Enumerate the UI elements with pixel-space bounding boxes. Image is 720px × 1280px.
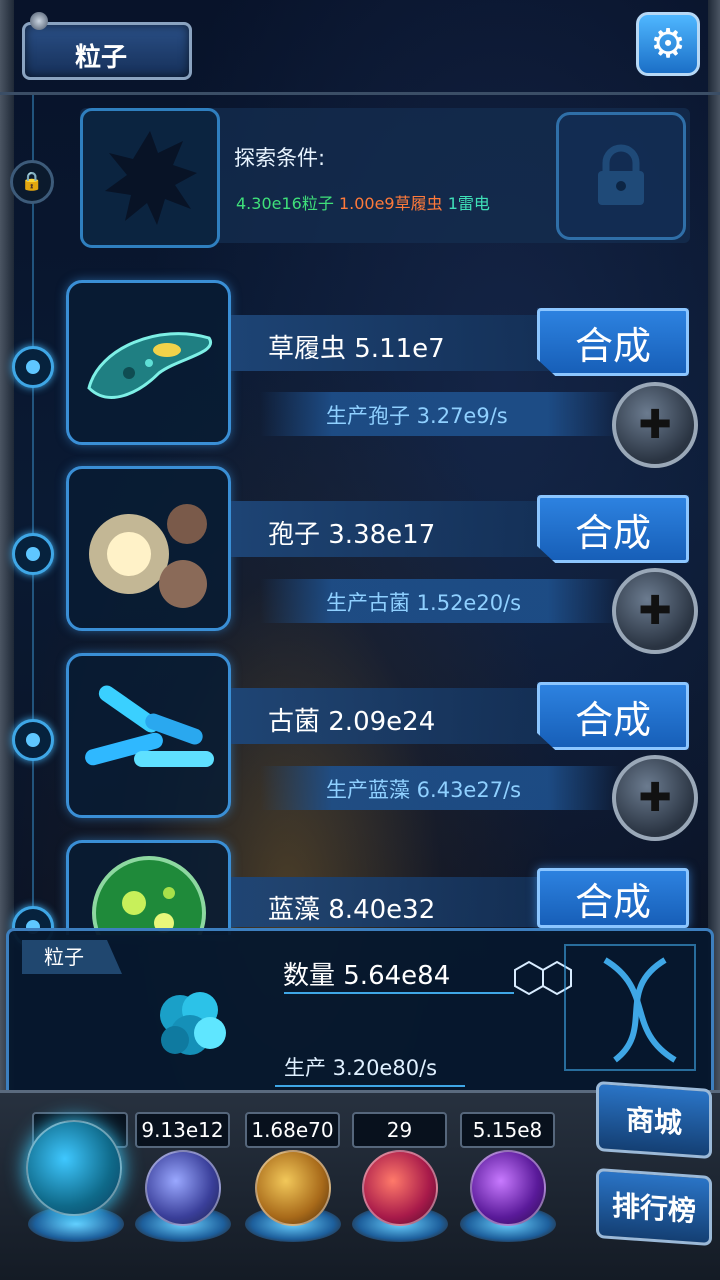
spore-image	[66, 466, 231, 631]
explore-locked-button[interactable]	[556, 112, 686, 240]
panel-tag: 粒子	[22, 940, 122, 974]
amoeba-silhouette-icon	[105, 131, 197, 225]
organism-name: 草履虫 5.11e7	[268, 334, 445, 364]
explore-label: 探索条件:	[234, 146, 326, 170]
explore-requirements: 4.30e16粒子 1.00e9草履虫 1雷电	[236, 190, 490, 214]
req-thunder: 1雷电	[447, 194, 490, 213]
screw-icon	[30, 12, 48, 30]
dna-icon	[514, 944, 696, 1071]
cyanobacteria-icon	[91, 856, 206, 935]
upgrade-plus-button[interactable]: ✚	[612, 568, 698, 654]
resource-count: 数量 5.64e84	[283, 961, 451, 991]
lock-icon	[598, 144, 644, 205]
tab-value-lightning: 9.13e12	[135, 1112, 230, 1148]
lightning-orb-tab[interactable]	[145, 1150, 221, 1226]
req-particles: 4.30e16粒子	[236, 194, 334, 213]
rail-node	[12, 346, 54, 388]
paramecium-image	[66, 280, 231, 445]
organism-name: 孢子 3.38e17	[268, 520, 436, 550]
rail-lock-icon: 🔒	[10, 160, 54, 204]
archaea-image	[66, 653, 231, 818]
organism-production: 生产孢子 3.27e9/s	[326, 404, 508, 428]
vortex-orb-tab[interactable]	[470, 1150, 546, 1226]
divider-line	[284, 992, 514, 994]
settings-button[interactable]: ⚙	[636, 12, 700, 76]
tab-value-brain: 29	[352, 1112, 447, 1148]
cyanobacteria-image	[66, 840, 231, 935]
organism-name: 古菌 2.09e24	[268, 707, 436, 737]
tab-value-galaxy: 1.68e70	[245, 1112, 340, 1148]
organism-name: 蓝藻 8.40e32	[268, 895, 436, 925]
upgrade-plus-button[interactable]: ✚	[612, 755, 698, 841]
locked-organism-silhouette	[80, 108, 220, 248]
divider-line	[275, 1085, 465, 1087]
gear-icon: ⚙	[650, 21, 686, 67]
resource-production: 生产 3.20e80/s	[284, 1056, 438, 1080]
synthesize-button[interactable]: 合成	[537, 682, 689, 750]
tab-value-vortex: 5.15e8	[460, 1112, 555, 1148]
synthesize-button[interactable]: 合成	[537, 495, 689, 563]
organism-production: 生产蓝藻 6.43e27/s	[326, 778, 522, 802]
rail-node	[12, 533, 54, 575]
plus-icon: ✚	[638, 402, 672, 448]
paramecium-icon	[86, 331, 212, 399]
organism-production: 生产古菌 1.52e20/s	[326, 591, 522, 615]
progress-rail	[32, 95, 34, 935]
synthesize-button[interactable]: 合成	[537, 308, 689, 376]
archaea-icon	[84, 685, 214, 767]
galaxy-orb-tab[interactable]	[255, 1150, 331, 1226]
brain-orb-tab[interactable]	[362, 1150, 438, 1226]
shop-button[interactable]: 商城	[596, 1080, 712, 1160]
title-box: 粒子	[22, 22, 192, 80]
rail-node	[12, 719, 54, 761]
ranking-button[interactable]: 排行榜	[596, 1167, 712, 1247]
particle-orb-tab[interactable]	[26, 1120, 122, 1216]
plus-icon: ✚	[638, 775, 672, 821]
page-title: 粒子	[75, 43, 128, 73]
plus-icon: ✚	[638, 588, 672, 634]
synthesize-button[interactable]: 合成	[537, 868, 689, 928]
upgrade-plus-button[interactable]: ✚	[612, 382, 698, 468]
req-paramecium: 1.00e9草履虫	[338, 194, 443, 213]
spore-icon	[88, 503, 207, 608]
particle-cluster-icon	[160, 992, 226, 1055]
